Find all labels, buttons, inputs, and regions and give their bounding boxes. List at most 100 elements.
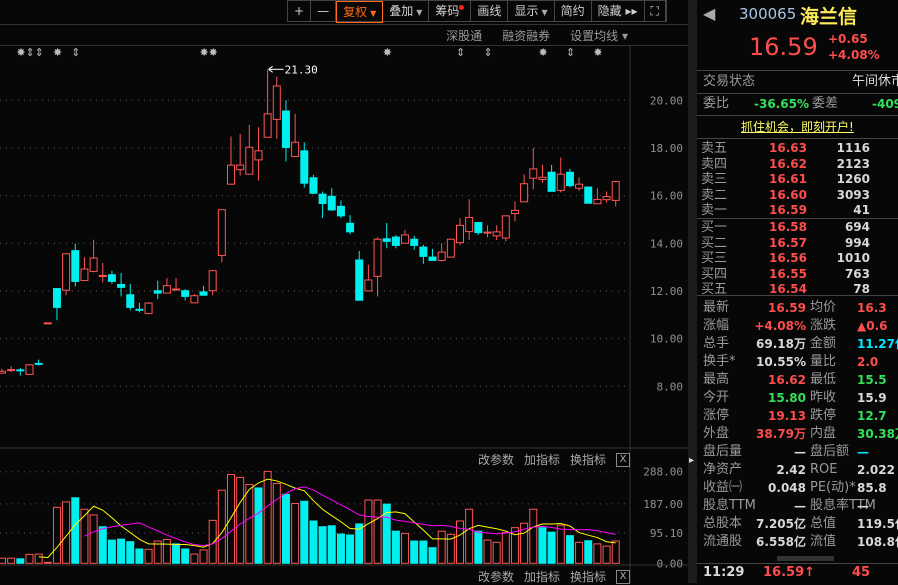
expand-handle[interactable] <box>777 556 834 561</box>
level-volume: 1116 <box>836 141 870 155</box>
volume-bar-up <box>483 539 492 564</box>
edit-params-button[interactable]: 改参数 <box>478 568 514 585</box>
bid-level[interactable]: 买二 16.57 994 <box>697 236 898 251</box>
stat-value: 30.38万 <box>857 427 898 441</box>
ask-level[interactable]: 卖五 16.63 1116 <box>697 141 898 156</box>
volume-bar-down <box>107 539 116 564</box>
candle-down <box>419 246 428 257</box>
stat-row: 换手* 10.55% 量比 2.0 <box>697 353 898 371</box>
candle-down <box>428 256 437 261</box>
candle-up <box>291 141 300 158</box>
switch-indicator-button[interactable]: 换指标 <box>570 451 606 468</box>
add-indicator-button[interactable]: 加指标 <box>524 568 560 585</box>
price-change: +0.65 <box>828 32 868 46</box>
stock-name: 海兰信 <box>800 6 858 28</box>
stat-label: 涨幅 <box>703 318 730 333</box>
volume-bar-down <box>98 526 107 564</box>
kline-chart[interactable]: 20.00 18.00 16.00 14.00 12.00 10.00 8.00 21.30 2… <box>0 0 690 583</box>
stat-label: ROE <box>810 462 838 477</box>
volume-bar-down <box>565 535 574 564</box>
level-price: 16.62 <box>769 156 807 171</box>
candle-down <box>71 250 80 282</box>
candle-up <box>89 257 98 272</box>
close-icon[interactable]: X <box>616 452 631 467</box>
volume-bar-down <box>172 543 181 564</box>
candle-down <box>355 259 364 301</box>
stat-row: 收益㈠ 0.048 PE(动)* 85.8 <box>697 479 898 497</box>
candle-up <box>208 270 217 292</box>
volume-bar-up <box>144 548 153 564</box>
collapse-arrow-icon[interactable]: ▸ <box>689 455 694 466</box>
volume-tick-label: 95.10 <box>650 527 683 540</box>
volume-bar-up <box>52 506 61 564</box>
volume-bar-up <box>602 545 611 564</box>
level-label: 卖四 <box>701 156 728 172</box>
panel-splitter[interactable]: ▸ <box>688 0 697 583</box>
candle-up <box>80 268 89 281</box>
switch-indicator-button[interactable]: 换指标 <box>570 568 606 585</box>
stat-value: ▲0.6 <box>857 319 888 333</box>
candle-down <box>300 150 309 184</box>
candle-up <box>254 150 263 161</box>
candle-down <box>391 236 400 246</box>
stat-value: 2.0 <box>857 355 879 369</box>
candle-down <box>584 186 593 204</box>
ask-level[interactable]: 卖四 16.62 2123 <box>697 157 898 172</box>
open-account-link[interactable]: 抓住机会，即刻开户! <box>741 118 854 135</box>
volume-bar-down <box>181 548 190 564</box>
stat-label: 收益㈠ <box>703 480 743 495</box>
volume-bar-up <box>456 520 464 564</box>
volume-bar-up <box>0 557 6 564</box>
volume-bar-up <box>510 527 519 564</box>
bid-level[interactable]: 买四 16.55 763 <box>697 267 898 282</box>
candle-down <box>327 195 336 211</box>
volume-bar-down <box>71 497 80 564</box>
stat-label: 总股本 <box>703 516 743 531</box>
stat-value: 2.022 <box>857 463 895 477</box>
candle-up <box>217 209 226 256</box>
stat-row: 总股本 7.205亿 总值 119.5亿 <box>697 515 898 533</box>
candle-up <box>62 253 71 291</box>
bid-level[interactable]: 买三 16.56 1010 <box>697 251 898 266</box>
stat-row: 涨幅 +4.08% 涨跌 ▲0.6 <box>697 317 898 335</box>
candle-up <box>43 322 52 325</box>
sub-panel-tools: 改参数 加指标 换指标 X <box>478 568 631 585</box>
ask-level[interactable]: 卖一 16.59 41 <box>697 203 898 218</box>
stat-value: 6.558亿 <box>756 535 806 549</box>
candle-up <box>538 176 547 180</box>
candle-down <box>346 222 355 233</box>
stat-label: 最低 <box>810 372 837 387</box>
stat-label: 跌停 <box>810 408 837 423</box>
volume-bar-down <box>547 531 556 564</box>
candle-up <box>529 168 538 179</box>
stat-label: 昨收 <box>810 390 837 405</box>
ask-level[interactable]: 卖三 16.61 1260 <box>697 172 898 187</box>
stat-value: 119.5亿 <box>857 517 898 531</box>
stat-label: 换手* <box>703 354 736 369</box>
add-indicator-button[interactable]: 加指标 <box>524 451 560 468</box>
volume-bar-up <box>190 553 199 564</box>
bid-level[interactable]: 买一 16.58 694 <box>697 220 898 235</box>
volume-tick-label: 187.00 <box>643 498 683 511</box>
level-label: 卖五 <box>701 141 728 156</box>
stat-value: 19.13 <box>768 409 806 423</box>
level-price: 16.61 <box>769 172 807 186</box>
level-volume: 3093 <box>836 187 870 202</box>
stat-label: 涨停 <box>703 408 730 423</box>
candle-down <box>52 288 61 308</box>
stat-row: 股息TTM — 股息率TTM — <box>697 497 898 515</box>
volume-bar-up <box>245 483 254 564</box>
volume-bar-up <box>401 532 410 564</box>
close-icon[interactable]: X <box>616 569 631 584</box>
candle-down <box>34 362 43 365</box>
candle-up <box>236 164 245 171</box>
order-ratio-row: 委比 -36.65% 委差 -409 <box>703 96 898 111</box>
back-arrow-icon[interactable]: ◀ <box>703 4 715 23</box>
volume-bar-up <box>291 503 300 564</box>
level-label: 买四 <box>701 266 728 282</box>
volume-bar-up <box>575 541 584 564</box>
stat-value: 0.048 <box>768 481 806 495</box>
edit-params-button[interactable]: 改参数 <box>478 451 514 468</box>
stat-label: 总手 <box>703 336 730 351</box>
ask-level[interactable]: 卖二 16.60 3093 <box>697 188 898 203</box>
